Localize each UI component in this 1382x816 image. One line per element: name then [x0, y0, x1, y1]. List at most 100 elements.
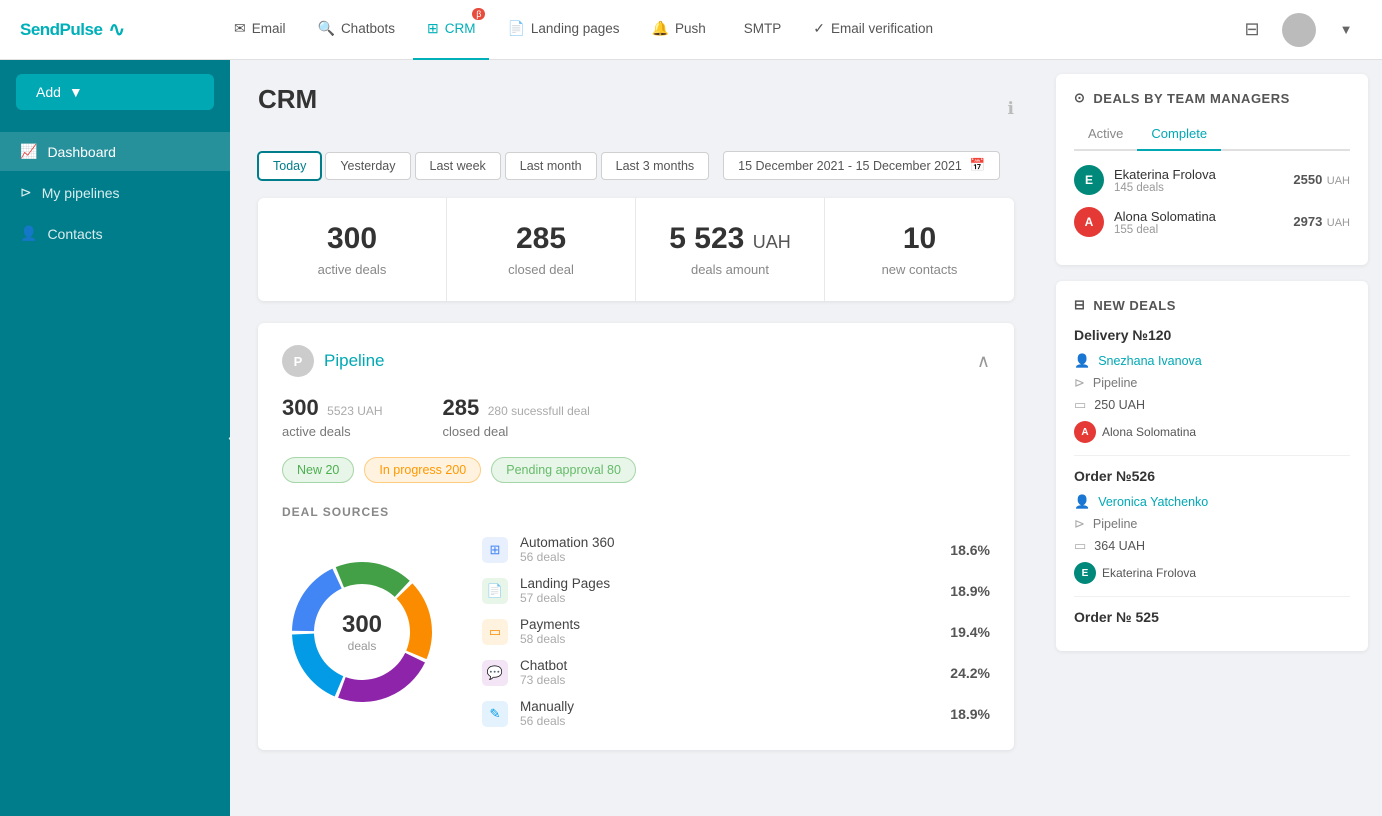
deal-pipeline-0: ⊳Pipeline [1074, 375, 1350, 391]
manager-row-1: A Alona Solomatina 155 deal 2973 UAH [1074, 207, 1350, 237]
add-button[interactable]: Add ▼ [16, 74, 214, 110]
source-icon-automation: ⊞ [482, 537, 508, 563]
manager-deals-1: 155 deal [1114, 224, 1283, 236]
source-icon-chatbot: 💬 [482, 660, 508, 686]
nav-icon-email-ver: ✓ [813, 20, 825, 37]
stat-card-2: 5 523 UAHdeals amount [636, 198, 825, 301]
pipeline-tag-pending[interactable]: Pending approval 80 [491, 457, 636, 483]
deals-managers-icon: ⊙ [1074, 90, 1085, 106]
deal-title-1: Order №526 [1074, 468, 1350, 484]
nav-item-email[interactable]: ✉Email [220, 0, 300, 60]
team-tabs: ActiveComplete [1074, 120, 1350, 151]
source-info-1: Landing Pages 57 deals [520, 576, 928, 605]
source-pct-0: 18.6% [940, 542, 990, 558]
deal-assignee-0: AAlona Solomatina [1074, 421, 1350, 443]
source-info-4: Manually 56 deals [520, 699, 928, 728]
manager-info-1: Alona Solomatina 155 deal [1114, 209, 1283, 236]
info-icon[interactable]: ℹ [1008, 99, 1014, 119]
new-deals-panel: ⊟ NEW DEALS Delivery №120👤Snezhana Ivano… [1056, 281, 1368, 651]
filter-btn-today[interactable]: Today [258, 152, 321, 180]
filter-btn-last-month[interactable]: Last month [505, 152, 597, 180]
new-deals-icon: ⊟ [1074, 297, 1085, 313]
manager-amount-1: 2973 UAH [1293, 213, 1350, 231]
beta-badge: β [472, 8, 485, 20]
source-row-1: 📄 Landing Pages 57 deals 18.9% [482, 576, 990, 605]
expand-icon[interactable]: ▼ [1330, 14, 1362, 46]
collapse-icon[interactable]: ∧ [977, 351, 990, 372]
nav-item-crm[interactable]: ⊞CRMβ [413, 0, 489, 60]
donut-label: 300 deals [342, 611, 382, 653]
donut-chart: 300 deals [282, 552, 442, 712]
filter-btn-last-week[interactable]: Last week [415, 152, 501, 180]
source-info-0: Automation 360 56 deals [520, 535, 928, 564]
source-pct-4: 18.9% [940, 706, 990, 722]
pipeline-avatar: P [282, 345, 314, 377]
deals-by-managers-panel: ⊙ DEALS BY TEAM MANAGERS ActiveComplete … [1056, 74, 1368, 265]
source-count-2: 58 deals [520, 632, 928, 646]
filter-btn-last-3-months[interactable]: Last 3 months [601, 152, 710, 180]
pipeline-tag-new[interactable]: New 20 [282, 457, 354, 483]
stat-card-1: 285closed deal [447, 198, 636, 301]
nav-right: ⊟ ▼ [1236, 13, 1362, 47]
pipeline-active-num: 300 [282, 395, 319, 420]
sidebar-nav: 📈Dashboard⊳My pipelines👤Contacts [0, 124, 230, 261]
deal-contact-1: 👤Veronica Yatchenko [1074, 494, 1350, 510]
sidebar-item-contacts[interactable]: 👤Contacts [0, 214, 230, 253]
assignee-avatar-0: A [1074, 421, 1096, 443]
source-icon-payments: ▭ [482, 619, 508, 645]
deal-title-0: Delivery №120 [1074, 327, 1350, 343]
pipeline-tags: New 20 In progress 200 Pending approval 80 [282, 457, 990, 483]
sidebar-item-dashboard[interactable]: 📈Dashboard [0, 132, 230, 171]
pipeline-closed-num: 285 [443, 395, 480, 420]
nav-item-chatbots[interactable]: 🔍Chatbots [304, 0, 409, 60]
source-name-1: Landing Pages [520, 576, 928, 591]
page-title: CRM [258, 84, 317, 115]
sidebar-collapse-btn[interactable]: ‹ [220, 428, 230, 448]
nav-item-smtp[interactable]: SMTP [724, 0, 796, 60]
sources-list: ⊞ Automation 360 56 deals 18.6% 📄 Landin… [482, 535, 990, 728]
managers-list: E Ekaterina Frolova 145 deals 2550 UAH A… [1074, 165, 1350, 237]
filter-btn-yesterday[interactable]: Yesterday [325, 152, 410, 180]
source-name-2: Payments [520, 617, 928, 632]
pipeline-stats: 300 5523 UAH active deals 285 280 sucess… [282, 395, 990, 439]
nav-items: ✉Email🔍Chatbots⊞CRMβ📄Landing pages🔔PushS… [220, 0, 1236, 60]
manager-name-1: Alona Solomatina [1114, 209, 1283, 224]
sidebar-item-pipelines[interactable]: ⊳My pipelines [0, 173, 230, 212]
new-deals-title: ⊟ NEW DEALS [1074, 297, 1350, 313]
new-deals-list: Delivery №120👤Snezhana Ivanova⊳Pipeline▭… [1074, 327, 1350, 625]
pipeline-closed-label: closed deal [443, 424, 590, 439]
sidebar-icon-dashboard: 📈 [20, 143, 37, 160]
stat-label-2: deals amount [656, 262, 804, 277]
sidebar: Add ▼ 📈Dashboard⊳My pipelines👤Contacts ‹ [0, 60, 230, 816]
nav-icon-push: 🔔 [652, 20, 669, 37]
team-tab-complete[interactable]: Complete [1137, 120, 1221, 151]
nav-icon-email: ✉ [234, 20, 246, 37]
user-avatar[interactable] [1282, 13, 1316, 47]
donut-segment-3 [338, 652, 425, 701]
deal-divider-0 [1074, 455, 1350, 456]
deal-divider-1 [1074, 596, 1350, 597]
date-range-button[interactable]: 15 December 2021 - 15 December 2021📅 [723, 151, 1000, 180]
source-row-0: ⊞ Automation 360 56 deals 18.6% [482, 535, 990, 564]
donut-segment-4 [292, 633, 343, 696]
source-count-3: 73 deals [520, 673, 928, 687]
device-icon[interactable]: ⊟ [1236, 14, 1268, 46]
source-row-3: 💬 Chatbot 73 deals 24.2% [482, 658, 990, 687]
deals-by-managers-title: ⊙ DEALS BY TEAM MANAGERS [1074, 90, 1350, 106]
calendar-icon: 📅 [970, 158, 986, 173]
stat-cards: 300active deals285closed deal5 523 UAHde… [258, 198, 1014, 301]
stat-label-1: closed deal [467, 262, 615, 277]
source-count-4: 56 deals [520, 714, 928, 728]
source-name-3: Chatbot [520, 658, 928, 673]
nav-item-push[interactable]: 🔔Push [638, 0, 720, 60]
main-layout: Add ▼ 📈Dashboard⊳My pipelines👤Contacts ‹… [0, 60, 1382, 816]
pipeline-title-row: P Pipeline [282, 345, 385, 377]
deals-managers-label: DEALS BY TEAM MANAGERS [1093, 91, 1289, 106]
nav-item-email-ver[interactable]: ✓Email verification [799, 0, 947, 60]
source-name-0: Automation 360 [520, 535, 928, 550]
team-tab-active[interactable]: Active [1074, 120, 1137, 151]
nav-item-landing[interactable]: 📄Landing pages [493, 0, 633, 60]
pipeline-header: P Pipeline ∧ [282, 345, 990, 377]
pipeline-tag-progress[interactable]: In progress 200 [364, 457, 481, 483]
donut-number: 300 [342, 611, 382, 639]
